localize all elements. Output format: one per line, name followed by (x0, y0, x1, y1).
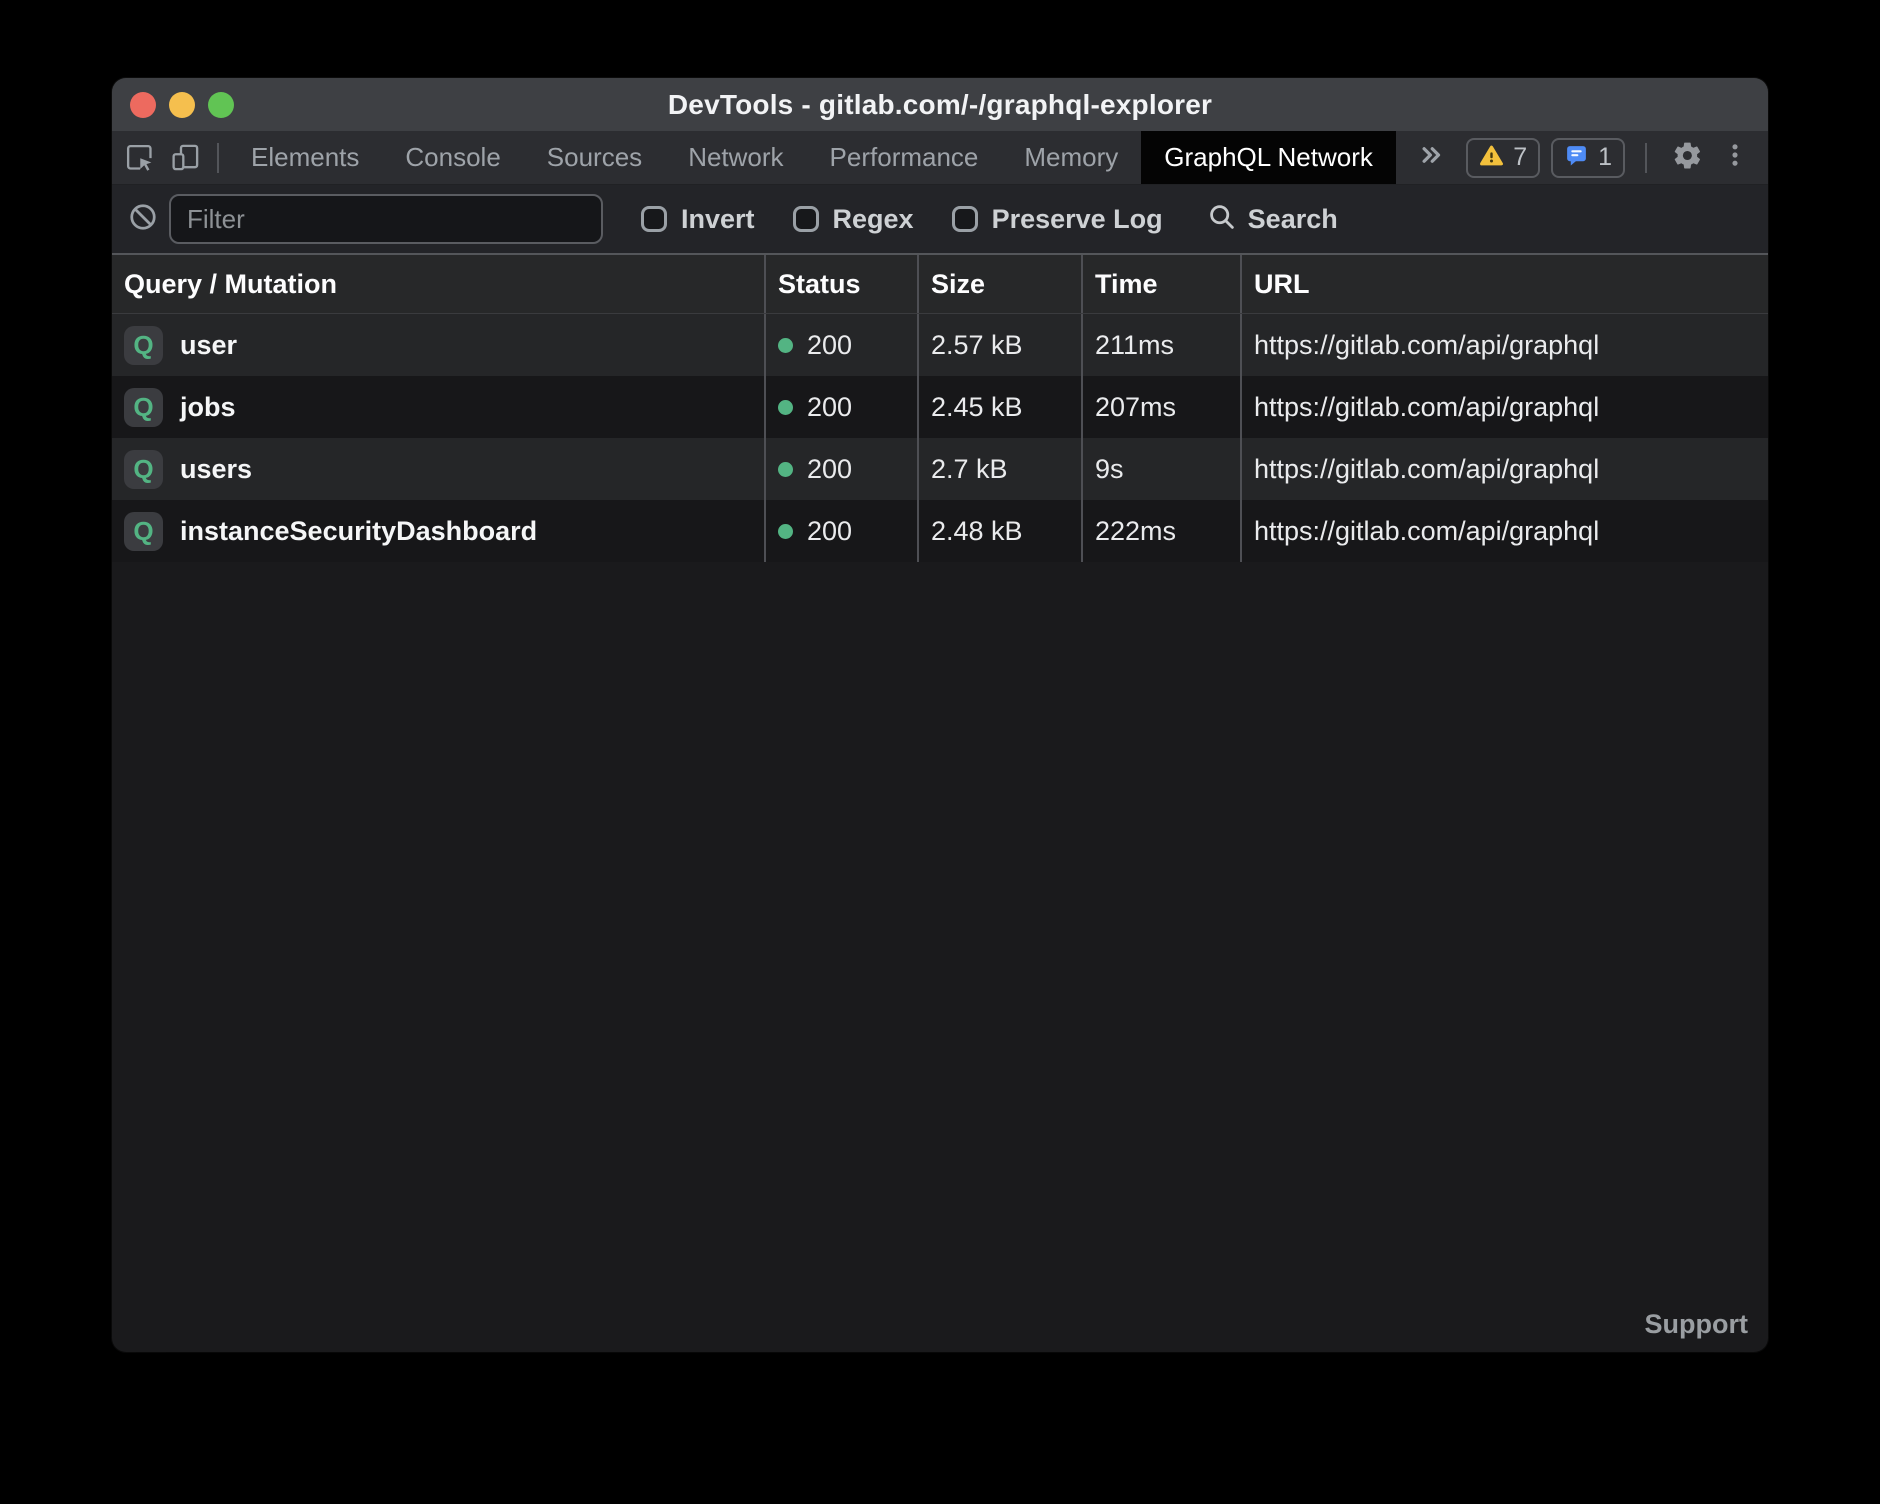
warning-triangle-icon (1479, 143, 1504, 173)
status-code: 200 (807, 330, 852, 361)
gear-icon (1672, 140, 1703, 176)
search-icon (1207, 202, 1236, 236)
search-button[interactable]: Search (1207, 202, 1338, 236)
tab-network[interactable]: Network (665, 131, 806, 184)
tab-console[interactable]: Console (382, 131, 523, 184)
device-toolbar-icon (170, 142, 201, 173)
inspect-element-button[interactable] (116, 131, 162, 184)
preserve-log-checkbox[interactable] (952, 206, 978, 232)
more-options-button[interactable] (1718, 141, 1752, 174)
devtools-tabbar: Elements Console Sources Network Perform… (112, 131, 1768, 184)
toggle-device-toolbar-button[interactable] (162, 131, 208, 184)
kebab-menu-icon (1721, 141, 1749, 174)
toolbar-divider (217, 143, 219, 173)
table-row[interactable]: Q instanceSecurityDashboard 200 2.48 kB … (112, 500, 1768, 562)
column-header-size: Size (917, 255, 1081, 313)
search-label: Search (1248, 204, 1338, 235)
response-time: 222ms (1081, 500, 1240, 562)
issues-count: 1 (1598, 143, 1612, 172)
response-size: 2.7 kB (917, 438, 1081, 500)
table-row[interactable]: Q jobs 200 2.45 kB 207ms https://gitlab.… (112, 376, 1768, 438)
status-code: 200 (807, 392, 852, 423)
tabbar-right-controls: 7 1 (1466, 131, 1768, 184)
regex-filter-group: Regex (793, 204, 914, 235)
request-url: https://gitlab.com/api/graphql (1240, 500, 1768, 562)
preserve-log-group: Preserve Log (952, 204, 1163, 235)
warnings-badge[interactable]: 7 (1466, 138, 1540, 178)
request-url: https://gitlab.com/api/graphql (1240, 438, 1768, 500)
query-name: user (180, 330, 237, 361)
status-code: 200 (807, 516, 852, 547)
request-url: https://gitlab.com/api/graphql (1240, 314, 1768, 376)
toolbar-divider (1645, 143, 1647, 173)
window-titlebar[interactable]: DevTools - gitlab.com/-/graphql-explorer (112, 78, 1768, 131)
column-header-url: URL (1240, 255, 1768, 313)
query-badge: Q (124, 512, 163, 551)
tab-graphql-network[interactable]: GraphQL Network (1141, 131, 1396, 184)
support-link[interactable]: Support (1645, 1309, 1748, 1340)
column-header-status: Status (764, 255, 917, 313)
response-time: 211ms (1081, 314, 1240, 376)
response-time: 207ms (1081, 376, 1240, 438)
tab-sources[interactable]: Sources (524, 131, 665, 184)
column-header-time: Time (1081, 255, 1240, 313)
response-size: 2.57 kB (917, 314, 1081, 376)
query-name: users (180, 454, 252, 485)
filter-input[interactable] (169, 194, 603, 244)
requests-table-header: Query / Mutation Status Size Time URL (112, 253, 1768, 314)
regex-label: Regex (833, 204, 914, 235)
regex-checkbox[interactable] (793, 206, 819, 232)
query-badge: Q (124, 388, 163, 427)
invert-label: Invert (681, 204, 755, 235)
query-name: jobs (180, 392, 236, 423)
column-header-query-mutation: Query / Mutation (112, 255, 764, 313)
status-ok-dot (778, 524, 793, 539)
clear-requests-button[interactable] (128, 202, 158, 237)
more-tabs-button[interactable] (1396, 131, 1466, 184)
minimize-window-button[interactable] (169, 92, 195, 118)
invert-filter-group: Invert (641, 204, 755, 235)
response-time: 9s (1081, 438, 1240, 500)
preserve-log-label: Preserve Log (992, 204, 1163, 235)
table-row[interactable]: Q user 200 2.57 kB 211ms https://gitlab.… (112, 314, 1768, 376)
request-url: https://gitlab.com/api/graphql (1240, 376, 1768, 438)
traffic-lights (130, 92, 234, 118)
status-code: 200 (807, 454, 852, 485)
zoom-window-button[interactable] (208, 92, 234, 118)
circle-slash-icon (128, 202, 158, 237)
devtools-window: DevTools - gitlab.com/-/graphql-explorer… (112, 78, 1768, 1352)
settings-button[interactable] (1667, 140, 1707, 176)
query-badge: Q (124, 450, 163, 489)
window-title: DevTools - gitlab.com/-/graphql-explorer (668, 89, 1212, 121)
inspect-cursor-icon (124, 142, 155, 173)
invert-checkbox[interactable] (641, 206, 667, 232)
status-ok-dot (778, 462, 793, 477)
tab-elements[interactable]: Elements (228, 131, 382, 184)
chevron-double-right-icon (1416, 140, 1446, 175)
close-window-button[interactable] (130, 92, 156, 118)
response-size: 2.48 kB (917, 500, 1081, 562)
filter-toolbar: Invert Regex Preserve Log Search (112, 184, 1768, 253)
query-name: instanceSecurityDashboard (180, 516, 537, 547)
warnings-count: 7 (1513, 143, 1527, 172)
chat-bubble-icon (1564, 143, 1589, 173)
tab-performance[interactable]: Performance (807, 131, 1002, 184)
status-ok-dot (778, 400, 793, 415)
issues-badge[interactable]: 1 (1551, 138, 1625, 178)
query-badge: Q (124, 326, 163, 365)
table-row[interactable]: Q users 200 2.7 kB 9s https://gitlab.com… (112, 438, 1768, 500)
response-size: 2.45 kB (917, 376, 1081, 438)
status-ok-dot (778, 338, 793, 353)
tab-memory[interactable]: Memory (1001, 131, 1141, 184)
